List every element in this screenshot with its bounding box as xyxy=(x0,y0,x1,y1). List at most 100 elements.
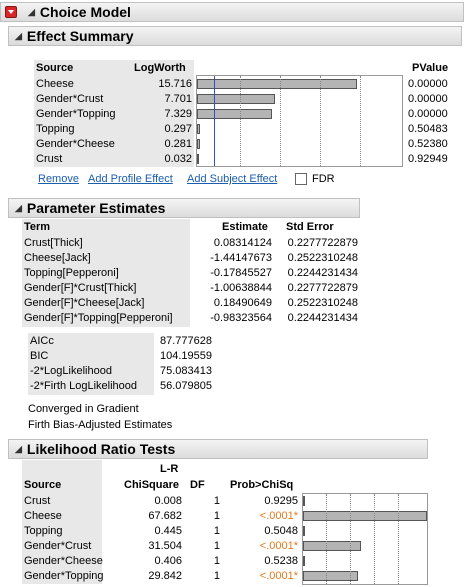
effect-source[interactable]: Crust xyxy=(36,152,62,167)
effect-pvalue: 0.52380 xyxy=(408,138,448,150)
report-title: Choice Model xyxy=(39,4,131,20)
fit-statistic-value: 104.19559 xyxy=(160,350,212,362)
lr-df: 1 xyxy=(213,495,220,507)
effect-source[interactable]: Gender*Crust xyxy=(36,92,103,107)
fit-statistic-label: BIC xyxy=(30,350,49,362)
lr-source[interactable]: Cheese xyxy=(24,509,62,524)
fdr-label: FDR xyxy=(312,173,335,185)
logworth-gridline xyxy=(320,76,321,166)
lr-df: 1 xyxy=(213,525,220,537)
parameter-term[interactable]: Gender[F]*Topping[Pepperoni] xyxy=(24,311,173,326)
logworth-bar xyxy=(197,109,272,119)
effect-source[interactable]: Gender*Topping xyxy=(36,107,116,122)
red-triangle-menu-icon[interactable] xyxy=(5,6,17,18)
parameter-estimate: 0.08314124 xyxy=(213,237,272,249)
effect-logworth: 0.032 xyxy=(164,153,192,165)
logworth-gridline xyxy=(360,76,361,166)
logworth-bar xyxy=(197,124,201,134)
col-header-std-error: Std Error xyxy=(286,221,334,233)
parameter-term[interactable]: Gender[F]*Cheese[Jack] xyxy=(24,296,144,311)
effect-summary-title: Effect Summary xyxy=(26,28,134,44)
parameter-std-error: 0.2277722879 xyxy=(287,282,358,294)
lr-prob: <.0001* xyxy=(259,540,298,552)
lr-prob: 0.5048 xyxy=(264,525,298,537)
chisquare-gridline xyxy=(398,494,399,584)
parameter-std-error: 0.2522310248 xyxy=(287,252,358,264)
parameter-term[interactable]: Cheese[Jack] xyxy=(24,251,91,266)
col-header-lr: L-R xyxy=(160,463,179,475)
likelihood-ratio-title: Likelihood Ratio Tests xyxy=(26,441,176,457)
chisquare-bar xyxy=(303,496,305,506)
fdr-checkbox[interactable] xyxy=(295,173,307,185)
chisquare-bar xyxy=(303,526,305,536)
fit-statistic-value: 75.083413 xyxy=(160,365,212,377)
choice-model-header[interactable]: ◢ Choice Model xyxy=(0,2,464,22)
logworth-bar xyxy=(197,154,199,164)
lr-source[interactable]: Topping xyxy=(24,524,63,539)
parameter-estimates-header[interactable]: ◢ Parameter Estimates xyxy=(8,198,360,218)
parameter-estimate: -1.00638844 xyxy=(210,282,272,294)
lr-source[interactable]: Gender*Cheese xyxy=(24,554,103,569)
chisquare-bar xyxy=(303,511,427,521)
fit-statistic-label: AICc xyxy=(30,335,54,347)
parameter-term[interactable]: Gender[F]*Crust[Thick] xyxy=(24,281,136,296)
effect-summary-header[interactable]: ◢ Effect Summary xyxy=(8,26,462,46)
lr-df: 1 xyxy=(213,570,220,582)
col-header-term: Term xyxy=(24,221,51,233)
disclosure-triangle-icon[interactable]: ◢ xyxy=(15,444,22,455)
effect-pvalue: 0.50483 xyxy=(408,123,448,135)
parameter-std-error: 0.2244231434 xyxy=(287,267,358,279)
add-subject-effect-button[interactable]: Add Subject Effect xyxy=(187,172,277,187)
effect-logworth: 0.281 xyxy=(164,138,192,150)
chisquare-bar xyxy=(303,556,305,566)
chisquare-bar xyxy=(303,541,361,551)
disclosure-triangle-icon[interactable]: ◢ xyxy=(28,7,35,18)
lr-source[interactable]: Gender*Topping xyxy=(24,569,104,584)
effect-source[interactable]: Topping xyxy=(36,122,75,137)
fit-statistic-label: -2*Firth LogLikelihood xyxy=(30,380,138,392)
parameter-estimate: -0.17845527 xyxy=(210,267,272,279)
effect-logworth: 7.329 xyxy=(164,108,192,120)
col-header-source: Source xyxy=(24,479,62,491)
effect-source[interactable]: Cheese xyxy=(36,77,74,92)
effect-source[interactable]: Gender*Cheese xyxy=(36,137,115,152)
col-header-prob: Prob>ChiSq xyxy=(230,479,294,491)
chisquare-gridline xyxy=(350,494,351,584)
col-header-chisquare: ChiSquare xyxy=(124,479,180,491)
lr-df: 1 xyxy=(213,540,220,552)
lr-prob: 0.9295 xyxy=(264,495,298,507)
parameter-estimates-title: Parameter Estimates xyxy=(26,200,166,216)
lr-chisquare: 67.682 xyxy=(148,510,182,522)
disclosure-triangle-icon[interactable]: ◢ xyxy=(15,203,22,214)
parameter-estimate: 0.18490649 xyxy=(213,297,272,309)
logworth-gridline xyxy=(240,76,241,166)
effect-pvalue: 0.00000 xyxy=(408,93,448,105)
col-header-pvalue: PValue xyxy=(412,62,449,74)
lr-chisquare: 0.445 xyxy=(154,525,182,537)
chisquare-gridline xyxy=(326,494,327,584)
effect-pvalue: 0.00000 xyxy=(408,78,448,90)
lr-source[interactable]: Gender*Crust xyxy=(24,539,91,554)
lr-source[interactable]: Crust xyxy=(24,494,50,509)
col-header-logworth: LogWorth xyxy=(134,62,186,74)
lr-prob: <.0001* xyxy=(259,510,298,522)
estimation-note: Firth Bias-Adjusted Estimates xyxy=(28,419,173,431)
fit-statistic-value: 87.777628 xyxy=(160,335,212,347)
col-header-estimate: Estimate xyxy=(222,221,268,233)
fit-statistic-value: 56.079805 xyxy=(160,380,212,392)
remove-button[interactable]: Remove xyxy=(38,172,79,187)
disclosure-triangle-icon[interactable]: ◢ xyxy=(15,31,22,42)
parameter-std-error: 0.2244231434 xyxy=(287,312,358,324)
likelihood-ratio-tests-header[interactable]: ◢ Likelihood Ratio Tests xyxy=(8,439,428,459)
lr-prob: <.0001* xyxy=(259,570,298,582)
effect-pvalue: 0.92949 xyxy=(408,153,448,165)
estimation-note: Converged in Gradient xyxy=(28,403,139,415)
lr-df: 1 xyxy=(213,555,220,567)
parameter-term[interactable]: Crust[Thick] xyxy=(24,236,83,251)
effect-logworth: 0.297 xyxy=(164,123,192,135)
parameter-term[interactable]: Topping[Pepperoni] xyxy=(24,266,119,281)
logworth-bar xyxy=(197,79,357,89)
effect-pvalue: 0.00000 xyxy=(408,108,448,120)
logworth-reference-line xyxy=(214,76,215,166)
add-profile-effect-button[interactable]: Add Profile Effect xyxy=(88,172,173,187)
